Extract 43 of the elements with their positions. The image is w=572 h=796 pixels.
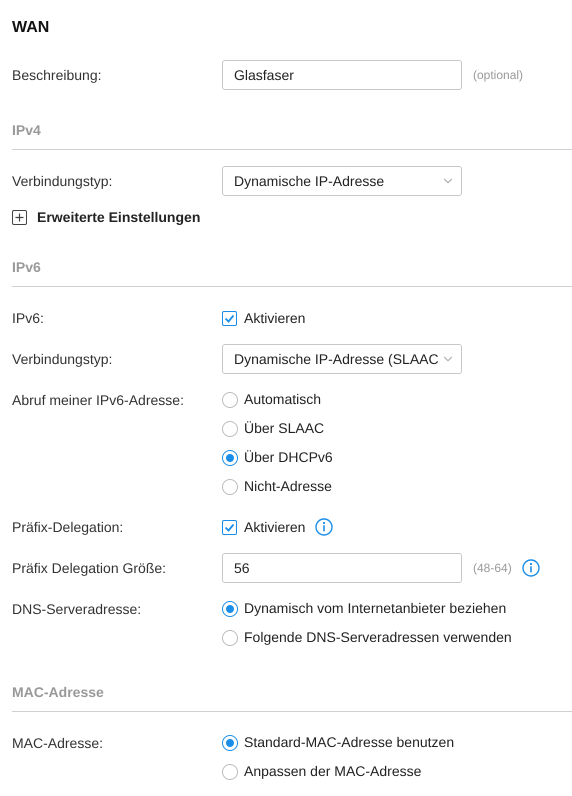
radio-label: Über DHCPv6 [244, 448, 333, 467]
dropdown-select[interactable]: Dynamische IP-Adresse [222, 166, 462, 196]
section-heading: MAC-Adresse [12, 684, 104, 700]
section-heading: IPv4 [12, 122, 41, 138]
radio-label: Nicht-Adresse [244, 477, 332, 496]
field-label: Verbindungstyp: [12, 172, 112, 191]
field-label: Beschreibung: [12, 66, 102, 85]
field-label: Präfix Delegation Größe: [12, 558, 166, 578]
expander-toggle[interactable]: Erweiterte Einstellungen [0, 207, 572, 227]
plus-box-icon [12, 210, 27, 224]
field-label: Verbindungstyp: [12, 350, 112, 369]
radio-button[interactable] [222, 450, 238, 466]
radio-label: Standard-MAC-Adresse benutzen [244, 733, 454, 752]
radio-label: Anpassen der MAC-Adresse [244, 762, 422, 781]
hint-text: (48-64) [473, 560, 512, 577]
dropdown-select[interactable]: Dynamische IP-Adresse (SLAAC [222, 344, 462, 374]
radio-button[interactable] [222, 764, 238, 780]
checkbox[interactable] [222, 520, 237, 534]
field-label: DNS-Serveradresse: [12, 600, 142, 618]
radio-label: Dynamisch vom Internetanbieter beziehen [244, 599, 506, 618]
radio-button[interactable] [222, 392, 238, 408]
field-label: Abruf meiner IPv6-Adresse: [12, 390, 184, 410]
checkbox[interactable] [222, 310, 237, 326]
checkbox-label: Aktivieren [244, 308, 306, 328]
text-field[interactable]: 56 [222, 553, 462, 583]
field-label: MAC-Adresse: [12, 734, 104, 752]
field-label: Präfix-Delegation: [12, 518, 124, 537]
radio-button[interactable] [222, 420, 238, 436]
radio-button[interactable] [222, 600, 238, 616]
radio-label: Automatisch [244, 390, 322, 409]
radio-label: Über SLAAC [244, 419, 324, 438]
radio-button[interactable] [222, 734, 238, 750]
section-heading: IPv6 [12, 259, 41, 275]
radio-button[interactable] [222, 478, 238, 494]
hint-text: (optional) [473, 67, 524, 84]
radio-label: Folgende DNS-Serveradressen verwenden [244, 628, 512, 647]
info-icon[interactable] [315, 518, 334, 536]
info-icon[interactable] [522, 559, 540, 577]
checkbox-label: Aktivieren [244, 518, 306, 536]
text-field[interactable]: Glasfaser [222, 60, 462, 90]
page-title: WAN [11, 18, 50, 38]
field-label: IPv6: [12, 308, 44, 328]
radio-button[interactable] [222, 630, 238, 646]
